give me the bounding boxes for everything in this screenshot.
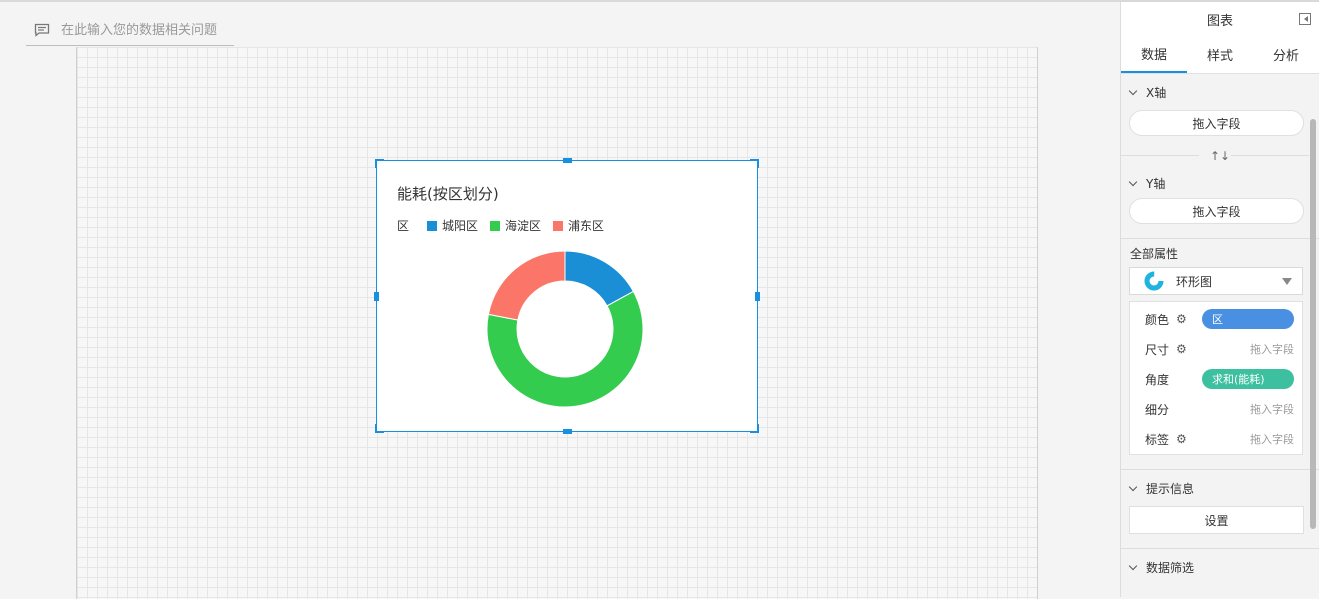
data-filter-section-header[interactable]: 数据筛选 [1121,549,1319,585]
property-mapping-box: 颜色 ⚙ 区 尺寸 ⚙ 拖入字段 角度 求和(能耗) 细分 拖入字段 标签 ⚙ … [1129,301,1303,455]
resize-handle-right[interactable] [755,292,760,301]
prop-row-size: 尺寸 ⚙ 拖入字段 [1130,334,1302,364]
legend-label-2: 浦东区 [568,219,605,233]
resize-handle-top[interactable] [563,158,572,163]
breakdown-drop-zone[interactable]: 拖入字段 [1250,401,1294,417]
chevron-down-icon [1128,177,1138,186]
ask-question-placeholder[interactable]: 在此输入您的数据相关问题 [61,19,217,38]
properties-panel: 图表 数据 样式 分析 X轴 拖入字段 ↑↓ Y轴 拖入字段 全部属性 环形图 … [1120,2,1319,597]
tooltip-section-header[interactable]: 提示信息 [1121,470,1319,506]
resize-handle-bottom-right[interactable] [750,424,759,433]
data-filter-label: 数据筛选 [1146,560,1195,575]
ask-question-bar[interactable]: 在此输入您的数据相关问题 [26,12,234,46]
prop-label-color: 颜色 [1145,312,1170,327]
swap-axes-icon[interactable]: ↑↓ [1210,149,1230,163]
prop-label-angle: 角度 [1145,372,1170,387]
prop-row-angle: 角度 求和(能耗) [1130,364,1302,394]
donut-chart [486,250,644,408]
legend-label-1: 海淀区 [505,219,542,233]
caret-down-icon [1282,278,1292,285]
chart-legend: 区 城阳区 海淀区 浦东区 [397,217,616,234]
legend-item-1[interactable]: 海淀区 [490,217,541,234]
tab-data[interactable]: 数据 [1121,36,1187,73]
resize-handle-top-right[interactable] [750,159,759,168]
prop-label-size: 尺寸 [1145,342,1170,357]
chevron-down-icon [1128,86,1138,95]
chart-type-select[interactable]: 环形图 [1129,267,1303,295]
x-axis-drop-zone[interactable]: 拖入字段 [1129,110,1304,136]
legend-item-2[interactable]: 浦东区 [553,217,604,234]
tab-analysis[interactable]: 分析 [1253,36,1319,73]
tooltip-label: 提示信息 [1146,481,1195,496]
legend-title: 区 [397,219,410,233]
chat-icon [34,22,50,37]
resize-handle-bottom-left[interactable] [375,424,384,433]
gear-icon[interactable]: ⚙ [1176,312,1187,326]
prop-label-label: 标签 [1145,432,1170,447]
collapse-panel-icon[interactable] [1299,13,1311,25]
panel-title: 图表 [1206,13,1233,29]
y-axis-section-header[interactable]: Y轴 [1121,168,1319,198]
legend-swatch-1 [490,220,501,231]
panel-tabs: 数据 样式 分析 [1121,36,1319,74]
gear-icon[interactable]: ⚙ [1176,432,1187,446]
chart-widget[interactable]: 能耗(按区划分) 区 城阳区 海淀区 浦东区 [374,158,760,434]
chevron-down-icon [1128,482,1138,491]
angle-field-pill[interactable]: 求和(能耗) [1202,369,1294,389]
prop-row-color: 颜色 ⚙ 区 [1130,304,1302,334]
swap-axes-row: ↑↓ [1121,144,1319,168]
donut-slice-浦东区[interactable] [487,250,566,321]
legend-label-0: 城阳区 [442,219,479,233]
chart-title: 能耗(按区划分) [397,185,499,203]
donut-chart-icon [1144,271,1164,291]
legend-swatch-0 [427,220,438,231]
chevron-down-icon [1128,561,1138,570]
tab-style[interactable]: 样式 [1187,36,1253,73]
label-drop-zone[interactable]: 拖入字段 [1250,431,1294,447]
size-drop-zone[interactable]: 拖入字段 [1250,341,1294,357]
resize-handle-left[interactable] [374,292,379,301]
resize-handle-bottom[interactable] [563,429,572,434]
color-field-pill[interactable]: 区 [1202,309,1294,329]
prop-row-breakdown: 细分 拖入字段 [1130,394,1302,424]
panel-header: 图表 [1121,2,1319,36]
all-properties-title: 全部属性 [1130,246,1179,261]
tooltip-settings-button[interactable]: 设置 [1129,506,1304,534]
gear-icon[interactable]: ⚙ [1176,342,1187,356]
prop-label-breakdown: 细分 [1145,402,1170,417]
legend-swatch-2 [553,220,564,231]
panel-scrollbar[interactable] [1310,119,1316,529]
resize-handle-top-left[interactable] [375,159,384,168]
chart-type-value: 环形图 [1176,274,1213,289]
x-axis-label: X轴 [1146,85,1167,100]
y-axis-label: Y轴 [1146,176,1166,191]
y-axis-drop-zone[interactable]: 拖入字段 [1129,198,1304,224]
legend-item-0[interactable]: 城阳区 [427,217,478,234]
x-axis-section-header[interactable]: X轴 [1121,74,1319,110]
prop-row-label: 标签 ⚙ 拖入字段 [1130,424,1302,454]
